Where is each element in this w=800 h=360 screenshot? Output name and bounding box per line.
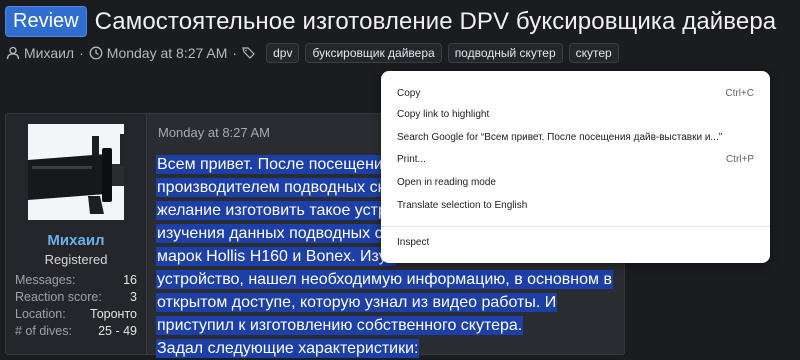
menu-item-inspect[interactable]: Inspect <box>397 235 754 251</box>
stat-value: 16 <box>123 273 137 287</box>
post-user-column: Михаил Registered Messages: 16 Reaction … <box>6 114 147 354</box>
context-menu: Copy Ctrl+C Copy link to highlight Searc… <box>381 71 770 263</box>
menu-item-open-reading-mode[interactable]: Open in reading mode <box>397 175 754 191</box>
tag-skuter[interactable]: скутер <box>568 43 619 63</box>
tags-icon <box>242 47 255 59</box>
thread-title: Самостоятельное изготовление DPV буксиро… <box>94 7 777 35</box>
stat-value: 25 - 49 <box>98 324 137 338</box>
stat-messages: Messages: 16 <box>15 272 137 289</box>
thread-author-link[interactable]: Михаил <box>24 45 74 61</box>
user-stats: Messages: 16 Reaction score: 3 Location:… <box>15 272 137 340</box>
stat-label: Location: <box>15 307 66 321</box>
stat-label: # of dives: <box>15 324 72 338</box>
post-username[interactable]: Михаил <box>6 232 146 249</box>
menu-item-copy[interactable]: Copy Ctrl+C <box>397 86 754 102</box>
review-prefix-badge[interactable]: Review <box>5 6 87 37</box>
menu-item-translate-selection[interactable]: Translate selection to English <box>397 198 754 214</box>
stat-location: Location: Торонто <box>15 306 137 323</box>
thread-date-link[interactable]: Monday at 8:27 AM <box>107 45 228 61</box>
menu-item-print[interactable]: Print... Ctrl+P <box>397 152 754 168</box>
stat-label: Reaction score: <box>15 290 102 304</box>
post-date[interactable]: Monday at 8:27 AM <box>158 125 270 140</box>
stat-value: 3 <box>130 290 137 304</box>
post-line: устройство, нашел необходимую информацию… <box>156 270 613 289</box>
avatar[interactable] <box>28 124 124 220</box>
shortcut-label: Ctrl+P <box>725 154 754 165</box>
post-user-title: Registered <box>44 252 108 267</box>
tag-podvodnyy-skuter[interactable]: подводный скутер <box>447 43 563 63</box>
thread-header: Review Самостоятельное изготовление DPV … <box>5 6 776 37</box>
tag-dpv[interactable]: dpv <box>266 43 300 63</box>
post-line: Задал следующие характеристики: <box>156 339 420 358</box>
stat-label: Messages: <box>15 273 76 287</box>
post-line: открытом доступе, которую узнал из видео… <box>156 293 558 312</box>
menu-item-copy-link-to-highlight[interactable]: Copy link to highlight <box>397 107 754 123</box>
post-line: приступил к изготовлению собственного ск… <box>156 316 524 335</box>
stat-reaction-score: Reaction score: 3 <box>15 289 137 306</box>
thread-meta: Михаил · Monday at 8:27 AM · dpv буксиро… <box>6 43 619 63</box>
stat-dives: # of dives: 25 - 49 <box>15 323 137 340</box>
stat-value: Торонто <box>90 307 137 321</box>
user-icon <box>6 46 20 60</box>
menu-divider <box>381 226 770 227</box>
shortcut-label: Ctrl+C <box>725 88 754 99</box>
tag-buksirovshchik[interactable]: буксировщик дайвера <box>305 43 442 63</box>
clock-icon <box>89 46 103 60</box>
avatar-scooter-image <box>28 124 124 220</box>
menu-item-search-google[interactable]: Search Google for “Всем привет. После по… <box>397 130 754 146</box>
